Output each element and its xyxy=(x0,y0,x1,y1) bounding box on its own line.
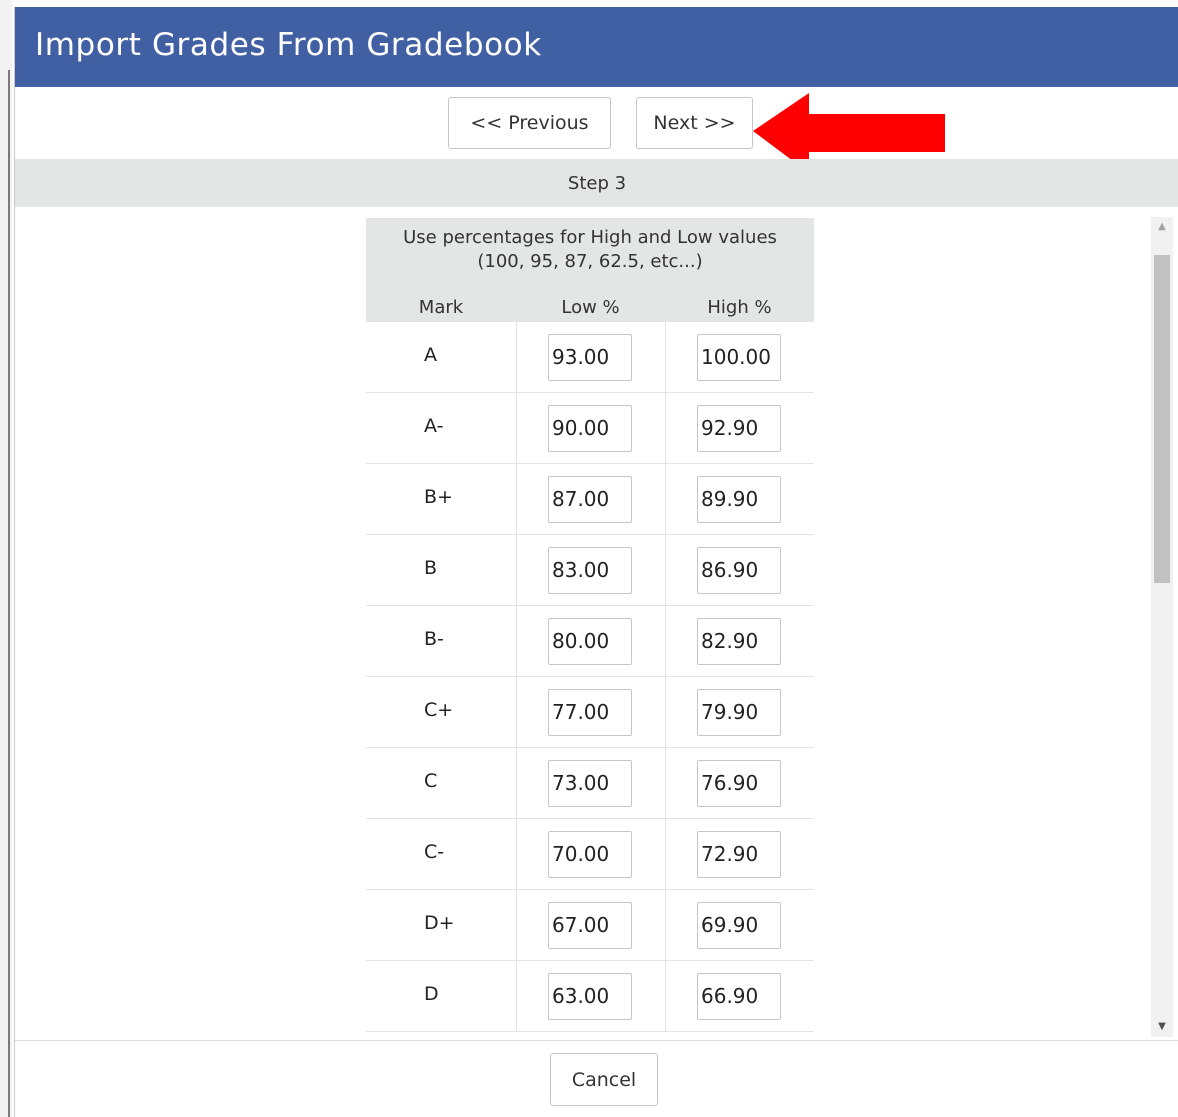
high-cell: 82.90 xyxy=(665,606,814,677)
low-cell: 63.00 xyxy=(516,961,665,1032)
table-row: B+ 87.00 89.90 xyxy=(366,464,814,535)
low-percent-input[interactable]: 83.00 xyxy=(548,547,632,594)
cancel-button[interactable]: Cancel xyxy=(550,1053,658,1106)
high-cell: 66.90 xyxy=(665,961,814,1032)
low-cell: 70.00 xyxy=(516,819,665,890)
background-window-edge xyxy=(0,0,12,1117)
vertical-scrollbar[interactable]: ▲ ▼ xyxy=(1151,217,1173,1037)
high-percent-input[interactable]: 86.90 xyxy=(697,547,781,594)
low-cell: 93.00 xyxy=(516,322,665,393)
table-row: C- 70.00 72.90 xyxy=(366,819,814,890)
low-cell: 73.00 xyxy=(516,748,665,819)
next-button[interactable]: Next >> xyxy=(636,97,753,149)
high-percent-input[interactable]: 66.90 xyxy=(697,973,781,1020)
low-cell: 67.00 xyxy=(516,890,665,961)
low-percent-input[interactable]: 73.00 xyxy=(548,760,632,807)
mark-cell: A xyxy=(366,322,516,393)
step-label: Step 3 xyxy=(567,172,627,194)
low-cell: 90.00 xyxy=(516,393,665,464)
scroll-up-arrow-icon[interactable]: ▲ xyxy=(1151,217,1173,237)
column-header-high: High % xyxy=(707,297,772,318)
low-percent-input[interactable]: 67.00 xyxy=(548,902,632,949)
mark-label: D xyxy=(424,983,439,1005)
table-row: A- 90.00 92.90 xyxy=(366,393,814,464)
high-cell: 92.90 xyxy=(665,393,814,464)
low-percent-input[interactable]: 87.00 xyxy=(548,476,632,523)
high-cell: 79.90 xyxy=(665,677,814,748)
instruction-line-2: (100, 95, 87, 62.5, etc...) xyxy=(477,251,703,272)
mark-cell: B+ xyxy=(366,464,516,535)
mark-cell: C xyxy=(366,748,516,819)
mark-cell: D+ xyxy=(366,890,516,961)
dialog-title-bar: Import Grades From Gradebook xyxy=(15,7,1178,87)
high-percent-input[interactable]: 76.90 xyxy=(697,760,781,807)
low-cell: 77.00 xyxy=(516,677,665,748)
grade-table-body: A 93.00 100.00 A- 90.00 92.90 B+ 87.00 8… xyxy=(366,322,814,1032)
previous-button[interactable]: << Previous xyxy=(448,97,611,149)
mark-label: C xyxy=(424,770,438,792)
high-cell: 72.90 xyxy=(665,819,814,890)
mark-label: B- xyxy=(424,628,444,650)
low-percent-input[interactable]: 93.00 xyxy=(548,334,632,381)
step-indicator: Step 3 xyxy=(15,159,1178,207)
scroll-down-arrow-icon[interactable]: ▼ xyxy=(1151,1017,1173,1037)
high-percent-input[interactable]: 79.90 xyxy=(697,689,781,736)
low-percent-input[interactable]: 77.00 xyxy=(548,689,632,736)
mark-label: A- xyxy=(424,415,444,437)
column-header-low: Low % xyxy=(561,297,620,318)
dialog-footer: Cancel xyxy=(15,1040,1178,1117)
table-row: B- 80.00 82.90 xyxy=(366,606,814,677)
mark-cell: B- xyxy=(366,606,516,677)
high-percent-input[interactable]: 89.90 xyxy=(697,476,781,523)
high-cell: 89.90 xyxy=(665,464,814,535)
low-cell: 83.00 xyxy=(516,535,665,606)
high-cell: 100.00 xyxy=(665,322,814,393)
mark-label: B+ xyxy=(424,486,453,508)
mark-label: B xyxy=(424,557,438,579)
table-row: A 93.00 100.00 xyxy=(366,322,814,393)
high-percent-input[interactable]: 100.00 xyxy=(697,334,781,381)
high-percent-input[interactable]: 72.90 xyxy=(697,831,781,878)
table-row: C+ 77.00 79.90 xyxy=(366,677,814,748)
low-percent-input[interactable]: 90.00 xyxy=(548,405,632,452)
high-percent-input[interactable]: 69.90 xyxy=(697,902,781,949)
mark-cell: B xyxy=(366,535,516,606)
low-percent-input[interactable]: 80.00 xyxy=(548,618,632,665)
low-cell: 87.00 xyxy=(516,464,665,535)
mark-label: C- xyxy=(424,841,445,863)
high-percent-input[interactable]: 82.90 xyxy=(697,618,781,665)
table-row: D 63.00 66.90 xyxy=(366,961,814,1032)
mark-cell: C- xyxy=(366,819,516,890)
mark-cell: A- xyxy=(366,393,516,464)
mark-label: A xyxy=(424,344,437,366)
mark-cell: C+ xyxy=(366,677,516,748)
low-percent-input[interactable]: 63.00 xyxy=(548,973,632,1020)
high-cell: 69.90 xyxy=(665,890,814,961)
grade-table-header: Use percentages for High and Low values … xyxy=(366,218,814,322)
wizard-nav: << Previous Next >> xyxy=(15,87,1178,173)
mark-label: D+ xyxy=(424,912,455,934)
dialog-title: Import Grades From Gradebook xyxy=(35,27,542,63)
column-header-mark: Mark xyxy=(418,297,464,318)
high-cell: 76.90 xyxy=(665,748,814,819)
mark-cell: D xyxy=(366,961,516,1032)
low-cell: 80.00 xyxy=(516,606,665,677)
instruction-line-1: Use percentages for High and Low values xyxy=(403,227,777,248)
high-cell: 86.90 xyxy=(665,535,814,606)
scrollbar-thumb[interactable] xyxy=(1154,255,1170,583)
mark-label: C+ xyxy=(424,699,454,721)
high-percent-input[interactable]: 92.90 xyxy=(697,405,781,452)
table-row: D+ 67.00 69.90 xyxy=(366,890,814,961)
table-row: B 83.00 86.90 xyxy=(366,535,814,606)
instruction-text: Use percentages for High and Low values … xyxy=(366,226,814,274)
low-percent-input[interactable]: 70.00 xyxy=(548,831,632,878)
grade-scale-scroll-area[interactable]: Use percentages for High and Low values … xyxy=(15,207,1178,1037)
table-row: C 73.00 76.90 xyxy=(366,748,814,819)
import-grades-dialog: Import Grades From Gradebook << Previous… xyxy=(14,7,1178,1117)
